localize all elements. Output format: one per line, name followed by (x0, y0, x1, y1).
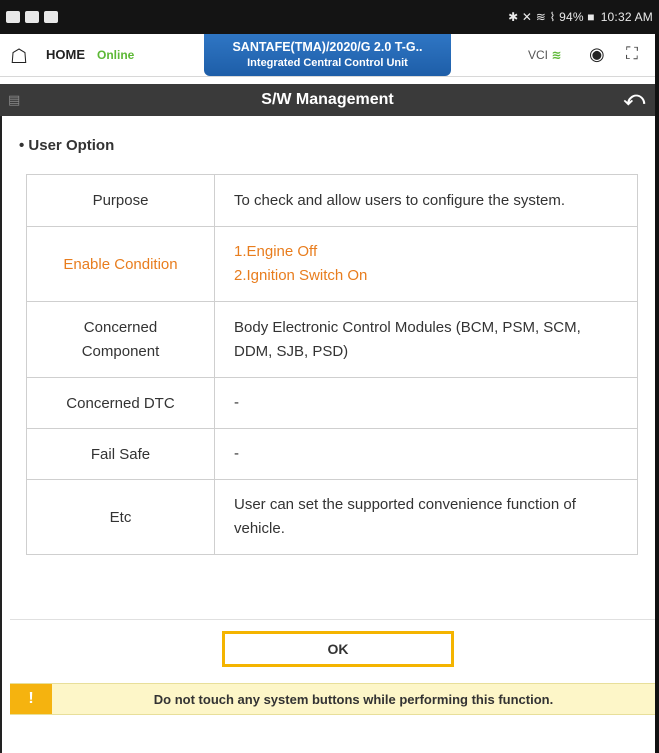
footer-divider (10, 619, 655, 620)
left-frame-border (0, 116, 10, 753)
title-bar: ▤ S/W Management ⤺ (0, 84, 655, 116)
home-icon[interactable]: ☖ (10, 44, 28, 69)
back-icon[interactable]: ⤺ (624, 88, 645, 111)
label-line-2: Component (81, 342, 160, 360)
row-value: Body Electronic Control Modules (BCM, PS… (214, 301, 638, 378)
vehicle-info-tab[interactable]: SANTAFE(TMA)/2020/G 2.0 T-G.. Integrated… (204, 34, 451, 76)
condition-line-1: 1.Engine Off (234, 243, 318, 260)
calendar-icon (25, 11, 39, 23)
vci-label: VCI (528, 48, 549, 62)
warning-icon: ! (10, 684, 52, 714)
system-name: Integrated Central Control Unit (247, 57, 408, 69)
vehicle-name: SANTAFE(TMA)/2020/G 2.0 T-G.. (232, 40, 423, 54)
row-label: Etc (26, 479, 215, 555)
row-value: User can set the supported convenience f… (214, 479, 638, 555)
ok-button[interactable]: OK (222, 631, 454, 667)
table-row: Concerned Component Body Electronic Cont… (26, 301, 638, 378)
label-line-1: Concerned (83, 318, 158, 336)
vci-status: VCI ≋ (528, 48, 561, 62)
table-row: Etc User can set the supported convenien… (26, 479, 638, 555)
table-row: Purpose To check and allow users to conf… (26, 174, 638, 227)
row-value: - (214, 428, 638, 480)
online-status: Online (97, 48, 135, 62)
row-label: Fail Safe (26, 428, 215, 480)
row-value: - (214, 377, 638, 429)
warning-text: Do not touch any system buttons while pe… (153, 692, 554, 707)
vci-wifi-icon: ≋ (551, 48, 562, 62)
gallery-icon (6, 11, 20, 23)
row-label: Concerned DTC (26, 377, 215, 429)
row-value: 1.Engine Off 2.Ignition Switch On (214, 226, 638, 302)
row-value: To check and allow users to configure th… (214, 174, 638, 227)
home-label[interactable]: HOME (46, 47, 85, 62)
warning-banner: ! Do not touch any system buttons while … (10, 683, 655, 715)
table-row: Concerned DTC - (26, 377, 638, 429)
notification-icons (6, 11, 58, 23)
app-notification-icon (44, 11, 58, 23)
row-label: Purpose (26, 174, 215, 227)
table-row: Fail Safe - (26, 428, 638, 480)
fullscreen-icon[interactable]: ⛶ (626, 44, 638, 64)
status-right: ✱ ✕ ≋ ⌇ 94% ■ 10:32 AM (508, 10, 653, 24)
row-label: Enable Condition (26, 226, 215, 302)
page-title: S/W Management (261, 91, 394, 108)
update-globe-icon[interactable]: ◉ (589, 44, 605, 65)
condition-line-2: 2.Ignition Switch On (234, 267, 368, 284)
row-label: Concerned Component (26, 301, 215, 378)
status-indicators: ✱ ✕ ≋ ⌇ 94% ■ (508, 10, 595, 24)
status-time: 10:32 AM (600, 10, 653, 24)
table-row: Enable Condition 1.Engine Off 2.Ignition… (26, 226, 638, 302)
status-bar: ✱ ✕ ≋ ⌇ 94% ■ 10:32 AM (0, 0, 659, 34)
app-header: ☖ HOME Online SANTAFE(TMA)/2020/G 2.0 T-… (0, 34, 655, 77)
section-title: • User Option (19, 137, 115, 154)
info-table: Purpose To check and allow users to conf… (26, 174, 638, 555)
